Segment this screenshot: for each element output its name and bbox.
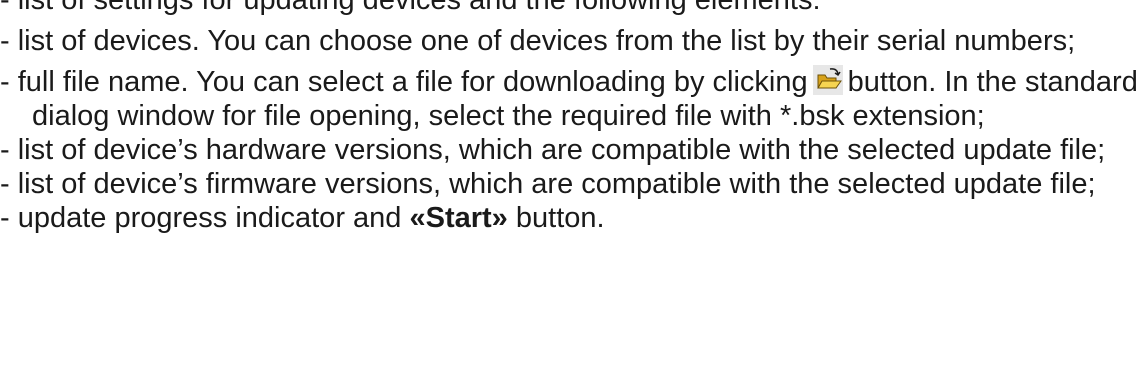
list-item-text: - update progress indicator and [0,202,402,234]
list-item-progress: - update progress indicator and «Start» … [0,201,1144,235]
list-item-text: - list of settings for updating devices … [0,0,821,16]
list-item-text: - list of device’s hardware versions, wh… [0,134,1106,166]
start-label: «Start» [409,202,508,234]
list-item-text: - list of devices. You can choose one of… [0,25,1076,57]
document-body: - list of settings for updating devices … [0,0,1144,235]
list-item-settings: - list of settings for updating devices … [0,0,1144,17]
list-item-text: - full file name. You can select a file … [0,66,808,98]
list-item-firmware: - list of device’s firmware versions, wh… [0,167,1144,201]
open-folder-icon [812,65,843,95]
list-item-devices: - list of devices. You can choose one of… [0,24,1144,58]
list-item-file-name: - full file name. You can select a file … [0,65,1144,133]
list-item-text: button. [515,202,605,234]
list-item-hardware: - list of device’s hardware versions, wh… [0,133,1144,167]
list-item-text: - list of device’s firmware versions, wh… [0,168,1096,200]
